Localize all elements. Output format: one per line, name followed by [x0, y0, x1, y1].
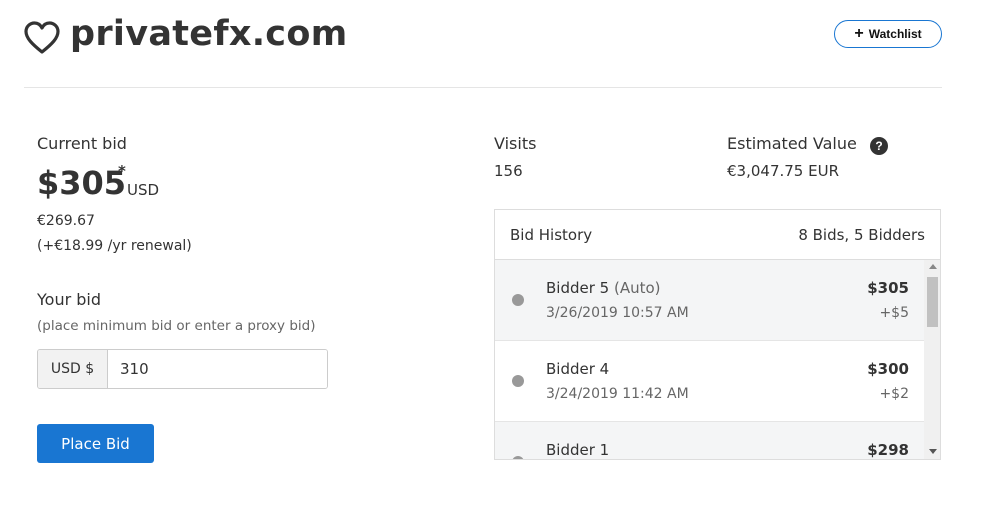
- bid-history-title: Bid History: [510, 225, 593, 244]
- visits-label: Visits: [494, 134, 537, 153]
- scroll-thumb[interactable]: [927, 277, 938, 327]
- bid-history-row: Bidder 1 $298: [495, 422, 924, 459]
- bidder-name: Bidder 5 (Auto): [546, 279, 661, 297]
- estimated-value: €3,047.75 EUR: [727, 162, 839, 180]
- bid-date: 3/24/2019 11:42 AM: [546, 386, 689, 402]
- bid-footnote-star: *: [118, 162, 126, 180]
- auto-bid-tag: (Auto): [609, 279, 661, 297]
- plus-icon: +: [854, 25, 864, 42]
- bidder-name: Bidder 1: [546, 441, 609, 459]
- bid-history-row: Bidder 4 3/24/2019 11:42 AM $300 +$2: [495, 341, 924, 422]
- status-dot-icon: [512, 375, 524, 387]
- bid-history-row: Bidder 5 (Auto) 3/26/2019 10:57 AM $305 …: [495, 260, 924, 341]
- bidder-name-text: Bidder 4: [546, 360, 610, 378]
- estimated-value-label: Estimated Value: [727, 134, 857, 153]
- bid-amount: $298: [867, 441, 909, 459]
- your-bid-hint: (place minimum bid or enter a proxy bid): [37, 318, 316, 334]
- renewal-fee: (+€18.99 /yr renewal): [37, 238, 192, 254]
- watchlist-button[interactable]: + Watchlist: [834, 20, 942, 48]
- heart-outline-icon[interactable]: [24, 21, 60, 55]
- bid-increment: +$2: [879, 386, 909, 402]
- bid-history-summary: 8 Bids, 5 Bidders: [798, 225, 925, 244]
- bidder-name-text: Bidder 5: [546, 279, 610, 297]
- bid-currency-prefix: USD $: [38, 350, 108, 388]
- question-circle-icon[interactable]: ?: [870, 137, 888, 155]
- place-bid-button[interactable]: Place Bid: [37, 424, 154, 463]
- bid-history-header: Bid History 8 Bids, 5 Bidders: [495, 210, 940, 260]
- status-dot-icon: [512, 456, 524, 459]
- bid-currency: USD: [127, 181, 160, 199]
- your-bid-label: Your bid: [37, 290, 101, 309]
- bid-increment: +$5: [879, 305, 909, 321]
- bid-amount-input[interactable]: [108, 350, 327, 388]
- bid-date: 3/26/2019 10:57 AM: [546, 305, 689, 321]
- domain-title: privatefx.com: [70, 14, 348, 54]
- current-bid-label: Current bid: [37, 134, 127, 153]
- bid-input-group: USD $: [37, 349, 328, 389]
- watchlist-label: Watchlist: [868, 27, 922, 41]
- history-scrollbar[interactable]: [924, 260, 940, 459]
- scroll-up-arrow-icon[interactable]: [929, 264, 937, 269]
- bid-amount: $300: [867, 360, 909, 378]
- scroll-down-arrow-icon[interactable]: [929, 449, 937, 454]
- bid-history-panel: Bid History 8 Bids, 5 Bidders Bidder 5 (…: [494, 209, 941, 460]
- visits-value: 156: [494, 162, 523, 180]
- bidder-name-text: Bidder 1: [546, 441, 610, 459]
- page-header: privatefx.com + Watchlist: [24, 14, 942, 88]
- bid-amount: $305: [867, 279, 909, 297]
- bid-eur-amount: €269.67: [37, 213, 95, 229]
- current-bid-amount: $305: [37, 164, 127, 202]
- status-dot-icon: [512, 294, 524, 306]
- bid-history-list[interactable]: Bidder 5 (Auto) 3/26/2019 10:57 AM $305 …: [495, 260, 924, 459]
- bidder-name: Bidder 4: [546, 360, 609, 378]
